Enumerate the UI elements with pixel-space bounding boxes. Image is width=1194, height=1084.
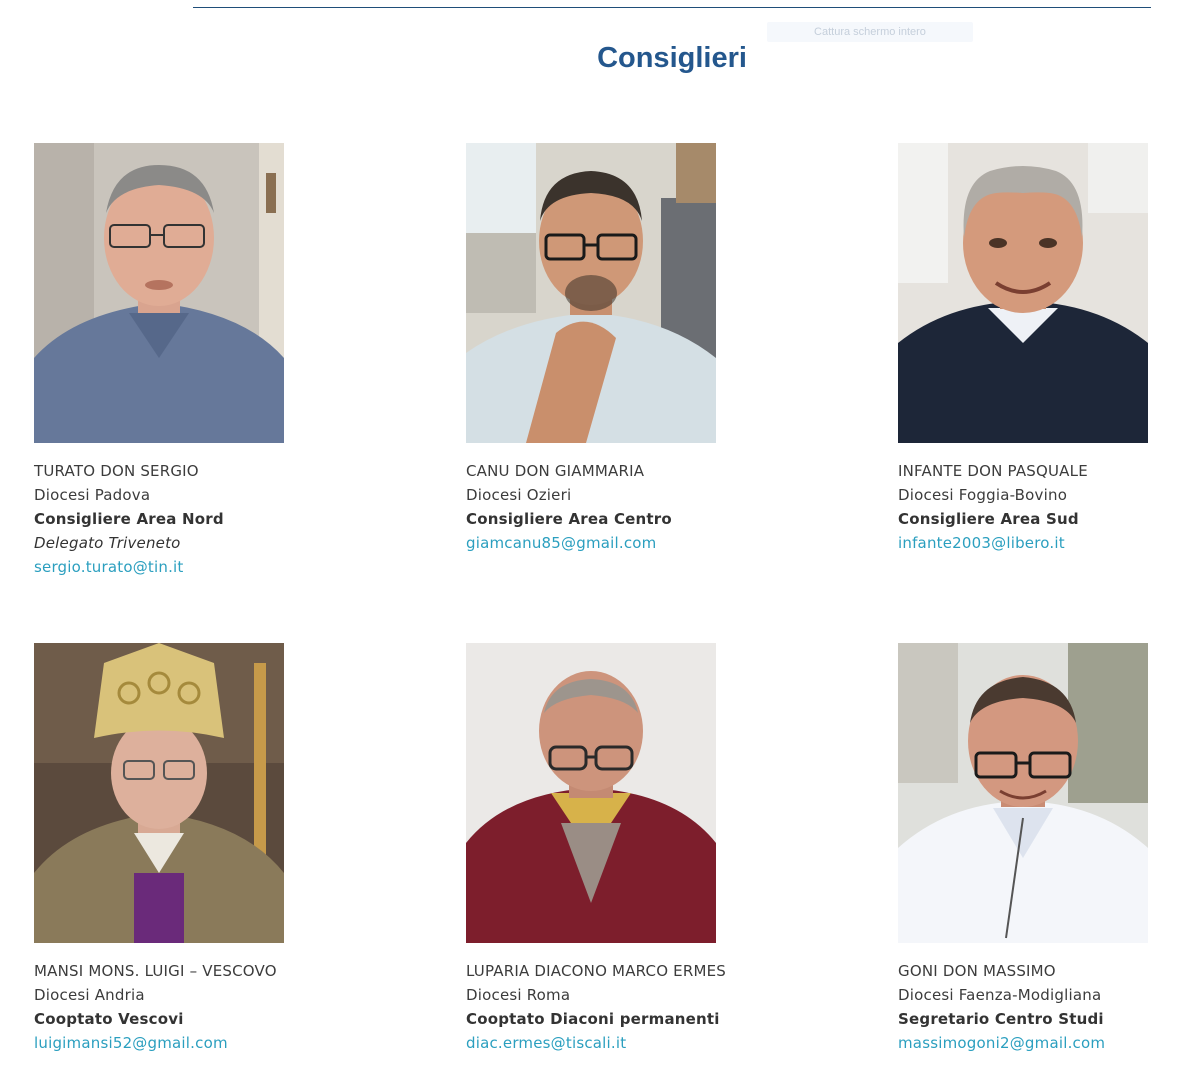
member-diocese: Diocesi Faenza-Modigliana: [898, 986, 1102, 1004]
member-diocese: Diocesi Foggia-Bovino: [898, 486, 1068, 504]
page-title: Consiglieri: [597, 42, 747, 74]
member-photo: [466, 643, 716, 943]
member-name: MANSI MONS. LUIGI – VESCOVO: [34, 962, 277, 980]
member-name: LUPARIA DIACONO MARCO ERMES: [466, 962, 727, 980]
member-photo: [34, 643, 284, 943]
member-card: TURATO DON SERGIO Diocesi Padova Consigl…: [34, 143, 334, 579]
member-photo: [898, 143, 1148, 443]
member-name: CANU DON GIAMMARIA: [466, 462, 645, 480]
member-card: LUPARIA DIACONO MARCO ERMES Diocesi Roma…: [466, 643, 766, 1055]
top-divider: [193, 7, 1151, 8]
member-photo: [34, 143, 284, 443]
member-diocese: Diocesi Ozieri: [466, 486, 572, 504]
member-email-link[interactable]: infante2003@libero.it: [898, 531, 1194, 555]
member-diocese: Diocesi Padova: [34, 486, 151, 504]
member-card: MANSI MONS. LUIGI – VESCOVO Diocesi Andr…: [34, 643, 334, 1055]
member-diocese: Diocesi Roma: [466, 986, 571, 1004]
member-role: Cooptato Vescovi: [34, 1010, 184, 1028]
member-name: INFANTE DON PASQUALE: [898, 462, 1088, 480]
member-email-link[interactable]: diac.ermes@tiscali.it: [466, 1031, 766, 1055]
member-email-link[interactable]: luigimansi52@gmail.com: [34, 1031, 334, 1055]
member-role: Segretario Centro Studi: [898, 1010, 1104, 1028]
member-name: TURATO DON SERGIO: [34, 462, 199, 480]
member-card: CANU DON GIAMMARIA Diocesi Ozieri Consig…: [466, 143, 766, 555]
member-photo: [466, 143, 716, 443]
member-photo: [898, 643, 1148, 943]
member-role: Consigliere Area Sud: [898, 510, 1079, 528]
member-role: Consigliere Area Centro: [466, 510, 672, 528]
member-role: Consigliere Area Nord: [34, 510, 224, 528]
member-role: Cooptato Diaconi permanenti: [466, 1010, 720, 1028]
member-card: GONI DON MASSIMO Diocesi Faenza-Modiglia…: [898, 643, 1194, 1055]
member-email-link[interactable]: massimogoni2@gmail.com: [898, 1031, 1194, 1055]
member-card: INFANTE DON PASQUALE Diocesi Foggia-Bovi…: [898, 143, 1194, 555]
member-delegation: Delegato Triveneto: [34, 534, 181, 552]
member-diocese: Diocesi Andria: [34, 986, 145, 1004]
member-email-link[interactable]: giamcanu85@gmail.com: [466, 531, 766, 555]
member-email-link[interactable]: sergio.turato@tin.it: [34, 555, 334, 579]
member-name: GONI DON MASSIMO: [898, 962, 1056, 980]
